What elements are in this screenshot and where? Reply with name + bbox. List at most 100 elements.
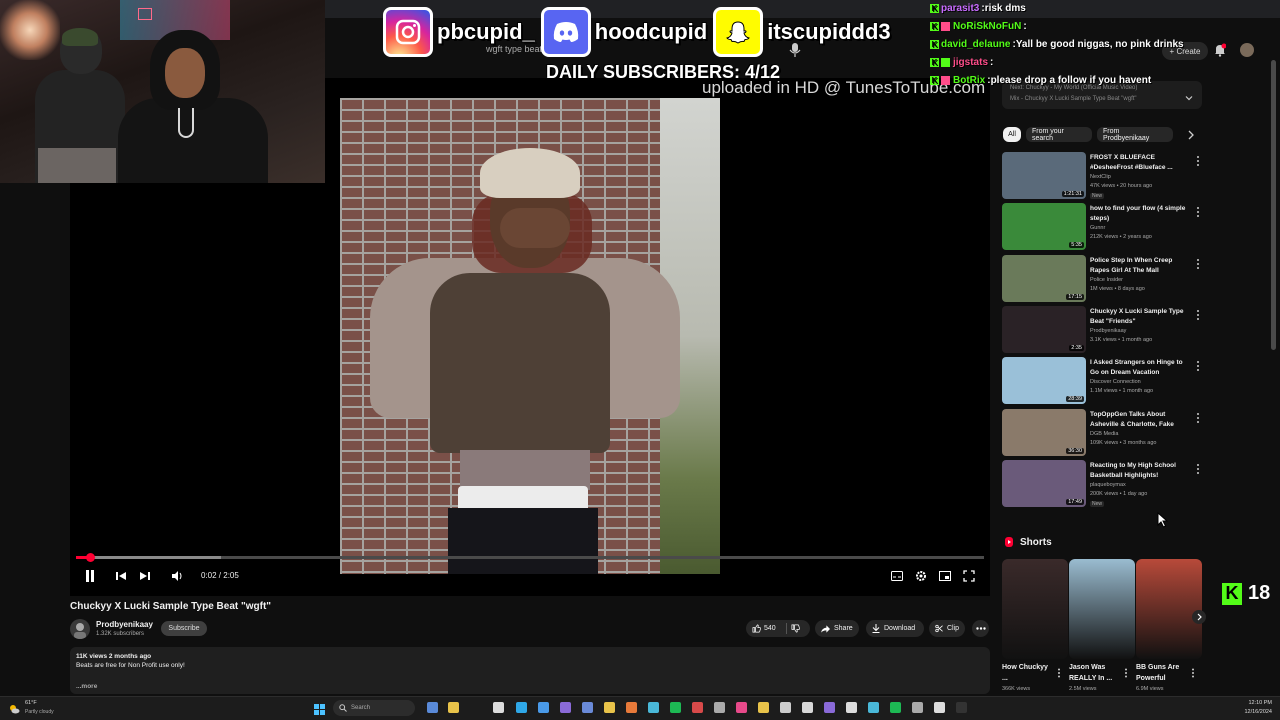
captions-button[interactable] [890,568,904,584]
short-thumbnail[interactable] [1069,559,1135,659]
video-channel[interactable]: Discover Connection [1090,379,1141,385]
app-icon[interactable] [648,702,659,713]
video-thumbnail[interactable]: 1:21:31 [1002,152,1086,199]
app-icon[interactable] [736,702,747,713]
like-button[interactable]: 540 [752,624,776,633]
video-title[interactable]: TopOppGen Talks About Asheville & Charlo… [1090,410,1190,430]
more-vertical-icon[interactable] [1196,411,1200,423]
app-icon[interactable] [692,702,703,713]
recommended-video[interactable]: 36:30 TopOppGen Talks About Asheville & C… [1002,408,1202,457]
video-channel[interactable]: Prodbyenikaay [1090,328,1126,334]
video-thumbnail[interactable]: 5:35 [1002,203,1086,251]
app-icon[interactable] [846,702,857,713]
video-channel[interactable]: DGB Media [1090,431,1118,437]
taskbar-search-input[interactable]: Search [333,700,415,716]
chat-username[interactable]: david_delaune [941,39,1010,50]
subscribe-button[interactable]: Subscribe [161,621,207,636]
volume-button[interactable] [169,568,185,584]
more-vertical-icon[interactable] [1057,665,1061,678]
video-thumbnail[interactable]: 2:35 [1002,305,1086,353]
folder-icon[interactable] [604,702,615,713]
video-thumbnail[interactable]: 17:15 [1002,254,1086,302]
video-title[interactable]: Chuckyy X Lucki Sample Type Beat "Friend… [1090,307,1190,327]
recommended-video[interactable]: 5:35 how to find your flow (4 simple step… [1002,203,1202,251]
chevron-down-icon[interactable] [1184,90,1194,101]
settings-button[interactable] [914,568,928,584]
miniplayer-button[interactable] [938,568,952,584]
video-title[interactable]: Reacting to My High School Basketball Hi… [1090,461,1190,481]
obs-icon[interactable] [956,702,967,713]
app-icon[interactable] [868,702,879,713]
weather-icon[interactable] [8,702,20,714]
more-vertical-icon[interactable] [1124,665,1128,678]
more-vertical-icon[interactable] [1196,205,1200,218]
app-icon[interactable] [560,702,571,713]
video-title[interactable]: how to find your flow (4 simple steps) [1090,204,1190,224]
recommended-video[interactable]: 17:15 Police Step In When Creep Rapes Gir… [1002,254,1202,303]
fullscreen-button[interactable] [962,568,976,584]
more-actions-button[interactable] [972,620,989,637]
previous-button[interactable] [114,568,128,584]
short-thumbnail[interactable] [1002,559,1068,659]
app-icon[interactable] [780,702,791,713]
video-channel[interactable]: NextClip [1090,174,1111,180]
next-button[interactable] [138,568,152,584]
more-vertical-icon[interactable] [1196,154,1200,166]
app-icon[interactable] [714,702,725,713]
task-view-icon[interactable] [427,702,438,713]
recommended-video[interactable]: 1:21:31 FROST X BLUEFACE #DesheeFrost #Bl… [1002,152,1202,200]
more-vertical-icon[interactable] [1196,257,1200,269]
shorts-next-button[interactable] [1192,610,1206,624]
pause-button[interactable] [82,568,98,584]
video-thumbnail[interactable]: 36:30 [1002,408,1086,456]
app-icon[interactable] [824,702,835,713]
page-scrollbar[interactable] [1271,60,1276,350]
app-icon[interactable] [890,702,901,713]
chat-username[interactable]: parasit3 [941,3,979,14]
video-channel[interactable]: plaqueboymax [1090,482,1126,488]
video-thumbnail[interactable]: 28:39 [1002,357,1086,405]
download-button[interactable]: Download [866,620,924,637]
clip-button[interactable]: Clip [929,620,965,637]
app-icon[interactable] [626,702,637,713]
chip-from-your-search[interactable]: From your search [1026,127,1092,142]
short-thumbnail[interactable] [1136,559,1202,659]
chip-all[interactable]: All [1003,127,1021,142]
windows-start-icon[interactable] [314,702,325,715]
share-button[interactable]: Share [815,620,859,637]
channel-name[interactable]: Prodbyenikaay [96,620,153,629]
video-title[interactable]: Police Step In When Creep Rapes Girl At … [1090,256,1190,276]
progress-scrubber-handle[interactable] [86,553,96,562]
channel-avatar[interactable] [70,619,90,639]
short-title[interactable]: BB Guns Are Powerful [1136,662,1188,684]
file-explorer-icon[interactable] [448,702,459,713]
edge-icon[interactable] [516,702,527,713]
video-channel[interactable]: Police Insider [1090,277,1123,283]
description-more-link[interactable]: ...more [76,683,97,690]
app-icon[interactable] [582,702,593,713]
recommended-video[interactable]: 17:49 Reacting to My High School Basketba… [1002,459,1202,508]
video-title[interactable]: FROST X BLUEFACE #DesheeFrost #Blueface … [1090,153,1190,173]
short-title[interactable]: Jason Was REALLY In ... [1069,662,1121,684]
chip-from-channel[interactable]: From Prodbyenikaay [1097,127,1173,142]
description-box[interactable] [70,647,990,694]
more-vertical-icon[interactable] [1196,359,1200,372]
browser-icon[interactable] [538,702,549,713]
app-icon[interactable] [934,702,945,713]
recommended-video[interactable]: 2:35 Chuckyy X Lucki Sample Type Beat "Fr… [1002,305,1202,354]
app-icon[interactable] [912,702,923,713]
short-title[interactable]: How Chuckyy ... [1002,662,1054,684]
chevron-right-icon[interactable] [1184,128,1198,142]
more-vertical-icon[interactable] [1191,665,1195,678]
chat-username[interactable]: NoRiSkNoFuN [953,21,1021,32]
spotify-icon[interactable] [670,702,681,713]
video-channel[interactable]: Gunnr [1090,225,1105,231]
video-title[interactable]: I Asked Strangers on Hinge to Go on Drea… [1090,358,1190,378]
recommended-video[interactable]: 28:39 I Asked Strangers on Hinge to Go on… [1002,357,1202,405]
app-icon[interactable] [802,702,813,713]
more-vertical-icon[interactable] [1196,462,1200,474]
app-icon[interactable] [758,702,769,713]
video-thumbnail[interactable]: 17:49 [1002,459,1086,507]
dislike-button[interactable] [791,624,800,633]
chat-username[interactable]: BotRix [953,75,985,86]
